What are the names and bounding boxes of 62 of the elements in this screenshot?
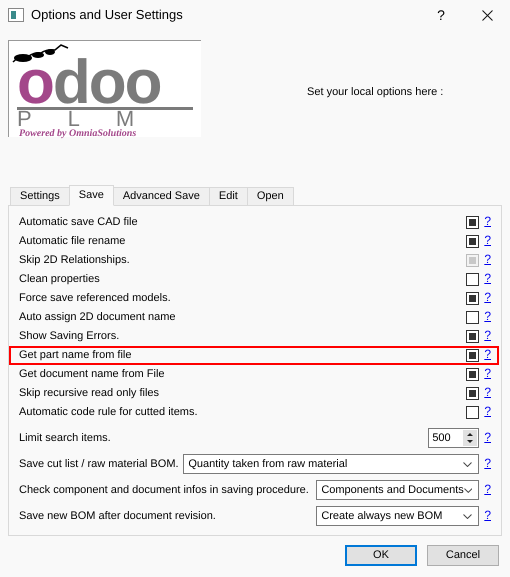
help-link[interactable]: ?: [484, 309, 491, 324]
option-label: Clean properties: [19, 272, 101, 288]
checkbox[interactable]: [466, 273, 480, 286]
checkbox[interactable]: [466, 387, 480, 400]
tab[interactable]: Advanced Save: [112, 187, 210, 206]
intro-text: Set your local options here :: [307, 85, 444, 100]
help-button[interactable]: ?: [418, 0, 464, 30]
tab[interactable]: Edit: [208, 187, 248, 206]
option-label: Show Saving Errors.: [19, 329, 120, 344]
option-label: Automatic code rule for cutted items.: [19, 405, 199, 420]
help-link[interactable]: ?: [484, 366, 491, 380]
option-label: Save cut list / raw material BOM.: [19, 456, 180, 472]
option-label: Auto assign 2D document name: [19, 310, 177, 326]
tab[interactable]: Open: [246, 187, 294, 206]
logo-word: odoo: [17, 60, 160, 106]
option-label: Automatic file rename: [19, 234, 126, 250]
help-link[interactable]: ?: [484, 430, 491, 444]
checkbox[interactable]: [466, 349, 480, 362]
help-link[interactable]: ?: [484, 328, 491, 342]
close-icon: [482, 10, 492, 20]
checkbox[interactable]: [466, 311, 480, 324]
option-label: Get part name from file: [19, 348, 132, 364]
option-label: Save new BOM after document revision.: [19, 508, 217, 524]
number-field[interactable]: 500: [428, 428, 480, 448]
help-link[interactable]: ?: [484, 385, 491, 400]
tab[interactable]: Save: [68, 185, 114, 206]
checkbox[interactable]: [466, 235, 480, 248]
help-link[interactable]: ?: [484, 271, 491, 286]
cancel-button[interactable]: Cancel: [427, 545, 499, 566]
option-label: Automatic save CAD file: [19, 215, 139, 230]
dropdown[interactable]: Components and Documents: [316, 480, 480, 500]
spin-arrows-icon[interactable]: [463, 430, 478, 446]
app-icon: [8, 8, 24, 22]
help-link[interactable]: ?: [484, 404, 491, 418]
logo-tagline: Powered by OmniaSolutions: [19, 128, 136, 139]
checkbox[interactable]: [466, 216, 480, 229]
help-link[interactable]: ?: [484, 482, 491, 496]
window-title: Options and User Settings: [31, 6, 183, 24]
logo-product: PLM: [17, 110, 170, 127]
help-link[interactable]: ?: [484, 508, 491, 522]
help-link[interactable]: ?: [484, 290, 491, 304]
ok-button[interactable]: OK: [345, 545, 417, 566]
help-link[interactable]: ?: [484, 456, 491, 470]
help-link[interactable]: ?: [484, 347, 491, 362]
checkbox[interactable]: [466, 368, 480, 381]
chevron-down-icon: [463, 462, 472, 466]
option-label: Limit search items.: [19, 430, 112, 446]
checkbox[interactable]: [466, 406, 480, 419]
option-label: Check component and document infos in saving procedure.: [19, 482, 310, 498]
checkbox[interactable]: [466, 292, 480, 305]
chevron-down-icon: [463, 514, 472, 518]
checkbox[interactable]: [466, 330, 480, 343]
help-link[interactable]: ?: [484, 233, 491, 248]
dropdown[interactable]: Quantity taken from raw material: [183, 454, 480, 474]
option-label: Force save referenced models.: [19, 291, 172, 306]
option-label: Skip 2D Relationships.: [19, 253, 131, 268]
option-label: Get document name from File: [19, 367, 166, 382]
tab[interactable]: Settings: [10, 187, 70, 206]
chevron-down-icon: [464, 488, 472, 492]
option-label: Skip recursive read only files: [19, 386, 160, 402]
dropdown[interactable]: Create always new BOM: [316, 506, 480, 526]
help-link[interactable]: ?: [484, 214, 491, 228]
